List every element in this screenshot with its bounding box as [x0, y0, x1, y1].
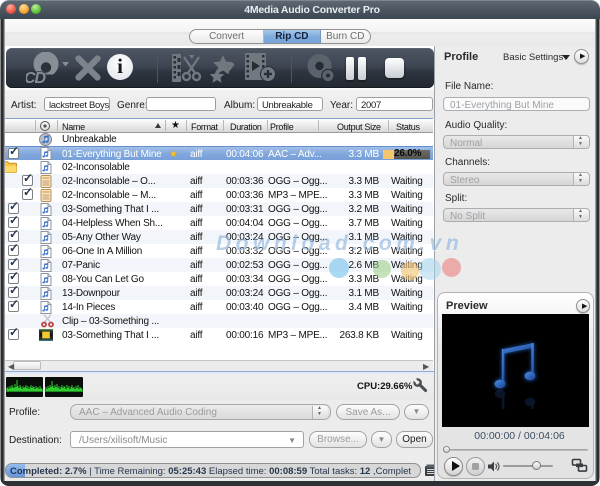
svg-text:CD: CD [26, 70, 47, 84]
